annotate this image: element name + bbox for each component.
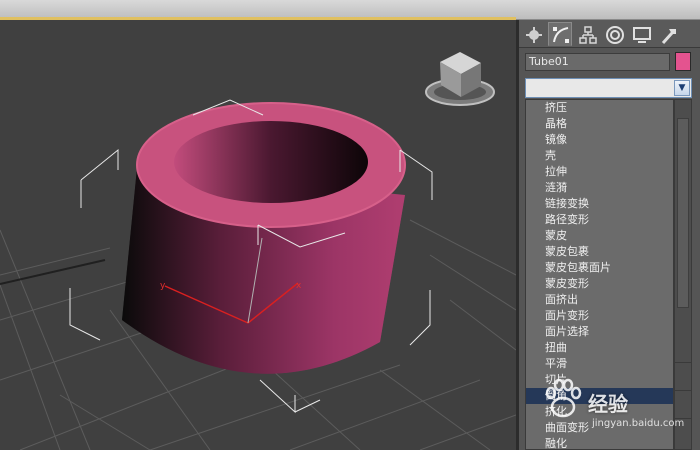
- viewcube-icon[interactable]: [425, 52, 495, 106]
- scrollbar-divider: [675, 418, 691, 419]
- list-item[interactable]: 蒙皮包裹面片: [526, 260, 673, 276]
- list-item[interactable]: 路径变形: [526, 212, 673, 228]
- gizmo-y-label: y: [160, 281, 166, 291]
- display-tab-icon: [633, 27, 651, 43]
- list-item[interactable]: 链接变换: [526, 196, 673, 212]
- perspective-viewport[interactable]: y x: [0, 20, 516, 450]
- list-item[interactable]: 挤化: [526, 404, 673, 420]
- modify-tab-icon: [553, 27, 569, 43]
- list-item[interactable]: 蒙皮: [526, 228, 673, 244]
- modify-tab[interactable]: [548, 22, 572, 46]
- list-item[interactable]: 涟漪: [526, 180, 673, 196]
- list-item[interactable]: 切片: [526, 372, 673, 388]
- command-panel: Tube01 ▼ 挤压 晶格 镜像 壳 拉伸 涟漪 链接变换 路径变形 蒙皮 蒙…: [519, 20, 700, 450]
- list-item[interactable]: 挤压: [526, 100, 673, 116]
- create-tab-icon: [526, 27, 542, 43]
- hierarchy-tab-icon: [579, 26, 597, 44]
- scrollbar-divider: [675, 362, 691, 363]
- hierarchy-tab[interactable]: [575, 22, 599, 46]
- list-item[interactable]: 扭曲: [526, 340, 673, 356]
- utilities-tab[interactable]: [656, 22, 680, 46]
- gizmo-x-label: x: [296, 281, 302, 291]
- list-item[interactable]: 融化: [526, 436, 673, 449]
- utilities-tab-icon: [661, 29, 676, 45]
- viewport-scene: y x: [0, 52, 516, 450]
- motion-tab[interactable]: [602, 22, 626, 46]
- modifier-list[interactable]: 挤压 晶格 镜像 壳 拉伸 涟漪 链接变换 路径变形 蒙皮 蒙皮包裹 蒙皮包裹面…: [525, 99, 674, 450]
- object-color-swatch[interactable]: [675, 52, 691, 71]
- scrollbar-thumb[interactable]: [677, 118, 689, 308]
- list-item[interactable]: 曲面变形: [526, 420, 673, 436]
- chevron-down-icon[interactable]: ▼: [674, 80, 690, 96]
- create-tab[interactable]: [521, 22, 545, 46]
- modifier-list-dropdown[interactable]: ▼: [525, 78, 692, 98]
- list-item[interactable]: 面片变形: [526, 308, 673, 324]
- list-item[interactable]: 壳: [526, 148, 673, 164]
- list-item[interactable]: 平滑: [526, 356, 673, 372]
- scrollbar-divider: [675, 390, 691, 391]
- command-panel-tabs: [519, 20, 700, 48]
- modifier-list-scrollbar[interactable]: [674, 99, 692, 450]
- list-item-selected[interactable]: 倒角: [526, 388, 673, 404]
- grid-axis-line: [0, 259, 106, 285]
- list-item[interactable]: 蒙皮包裹: [526, 244, 673, 260]
- list-item[interactable]: 面片选择: [526, 324, 673, 340]
- viewport-label-bar: [0, 0, 700, 20]
- list-item[interactable]: 拉伸: [526, 164, 673, 180]
- 3dsmax-window: y x Tube01 ▼ 挤压 晶格 镜像 壳 拉伸 涟漪 链接变换 路径变形 …: [0, 0, 700, 450]
- tube01-object[interactable]: [122, 102, 406, 374]
- display-tab[interactable]: [629, 22, 653, 46]
- list-item[interactable]: 晶格: [526, 116, 673, 132]
- list-item[interactable]: 镜像: [526, 132, 673, 148]
- object-name-field[interactable]: Tube01: [525, 53, 670, 71]
- motion-tab-icon: [606, 26, 624, 44]
- list-item[interactable]: 面挤出: [526, 292, 673, 308]
- list-item[interactable]: 蒙皮变形: [526, 276, 673, 292]
